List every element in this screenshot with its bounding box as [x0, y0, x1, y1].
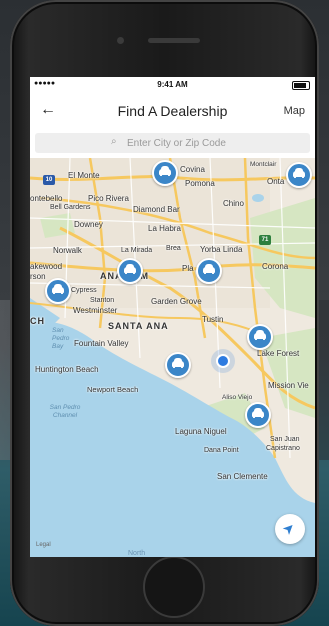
label-diamond-bar: Diamond Bar: [133, 205, 180, 214]
label-huntington-beach: Huntington Beach: [35, 365, 99, 374]
label-capistrano: Capistrano: [266, 445, 300, 452]
label-placentia: Pla: [182, 264, 194, 273]
label-north: North: [128, 550, 146, 557]
label-pico-rivera: Pico Rivera: [88, 194, 129, 203]
dealer-pin-newport[interactable]: [165, 352, 191, 378]
label-pomona: Pomona: [185, 179, 215, 188]
label-westminster: Westminster: [73, 306, 118, 315]
front-camera: [117, 37, 124, 44]
dealer-pin-covina[interactable]: [152, 160, 178, 186]
label-covina: Covina: [180, 165, 205, 174]
label-long-beach: CH: [30, 316, 45, 326]
car-icon: [254, 330, 266, 340]
label-norwalk: Norwalk: [53, 246, 82, 255]
dealer-pin-anaheim[interactable]: [117, 258, 143, 284]
label-brea: Brea: [166, 245, 181, 252]
location-arrow-icon: ➤: [278, 518, 299, 538]
page-title: Find A Dealership: [117, 103, 228, 119]
label-mission-viejo: Mission Vie: [268, 381, 309, 390]
dealer-pin-yorba-linda[interactable]: [196, 258, 222, 284]
car-icon: [293, 168, 305, 178]
label-san-juan: San Juan: [270, 436, 300, 443]
label-cypress: Cypress: [71, 287, 97, 294]
search-input[interactable]: [127, 133, 307, 153]
car-icon: [172, 358, 184, 368]
dealer-pin-lakewood[interactable]: [45, 278, 71, 304]
app-screen: ●●●●● 9:41 AM ← Find A Dealership Map ⌕: [30, 77, 315, 557]
label-laguna-niguel: Laguna Niguel: [175, 427, 227, 436]
label-dana-point: Dana Point: [204, 447, 239, 454]
map-toggle-button[interactable]: Map: [284, 105, 305, 117]
label-newport-beach: Newport Beach: [87, 385, 139, 394]
label-ontario: Onta: [267, 177, 285, 186]
car-icon: [124, 264, 136, 274]
label-yorba-linda: Yorba Linda: [200, 245, 243, 254]
label-aliso-viejo: Aliso Viejo: [222, 394, 253, 401]
search-bar[interactable]: ⌕: [35, 133, 310, 153]
label-downey: Downey: [74, 220, 103, 229]
label-corona: Corona: [262, 262, 289, 271]
route-71-shield-icon: 71: [259, 235, 271, 245]
status-bar: ●●●●● 9:41 AM: [30, 77, 315, 93]
car-icon: [203, 264, 215, 274]
label-la-mirada: La Mirada: [121, 247, 153, 254]
legal-link[interactable]: Legal: [36, 542, 51, 548]
label-san-clemente: San Clemente: [217, 472, 268, 481]
label-san-pedro-bay: San Pedro Bay: [52, 327, 70, 350]
label-montebello: ontebello: [30, 194, 63, 203]
map-view[interactable]: Covina El Monte Pomona Montclair Onta on…: [30, 158, 315, 557]
status-time: 9:41 AM: [157, 80, 188, 89]
label-el-monte: El Monte: [68, 171, 100, 180]
label-san-pedro-channel: San Pedro Channel: [49, 404, 81, 419]
label-la-habra: La Habra: [148, 224, 181, 233]
current-location-dot: [216, 354, 230, 368]
dealer-pin-ontario[interactable]: [286, 162, 312, 188]
locate-me-button[interactable]: ➤: [275, 514, 305, 544]
label-montclair: Montclair: [250, 161, 277, 168]
navigation-bar: ← Find A Dealership Map: [30, 95, 315, 127]
interstate-10-shield-icon: 10: [43, 175, 55, 185]
label-stanton: Stanton: [90, 297, 115, 304]
label-fountain-valley: Fountain Valley: [74, 339, 129, 348]
home-button[interactable]: [143, 556, 205, 618]
search-icon: ⌕: [111, 136, 117, 147]
label-tustin: Tustin: [202, 315, 224, 324]
dealer-pin-irvine[interactable]: [247, 324, 273, 350]
car-icon: [252, 408, 264, 418]
earpiece-speaker: [148, 38, 200, 43]
car-icon: [52, 284, 64, 294]
label-santa-ana: SANTA ANA: [108, 321, 169, 331]
dealer-pin-laguna[interactable]: [245, 402, 271, 428]
car-icon: [159, 166, 171, 176]
label-cerritos: rson: [30, 272, 46, 281]
label-chino: Chino: [223, 199, 244, 208]
label-bell-gardens: Bell Gardens: [50, 204, 91, 211]
label-garden-grove: Garden Grove: [151, 297, 202, 306]
battery-icon: [292, 81, 310, 90]
label-lakewood: akewood: [30, 262, 63, 271]
label-lake-forest: Lake Forest: [257, 349, 300, 358]
